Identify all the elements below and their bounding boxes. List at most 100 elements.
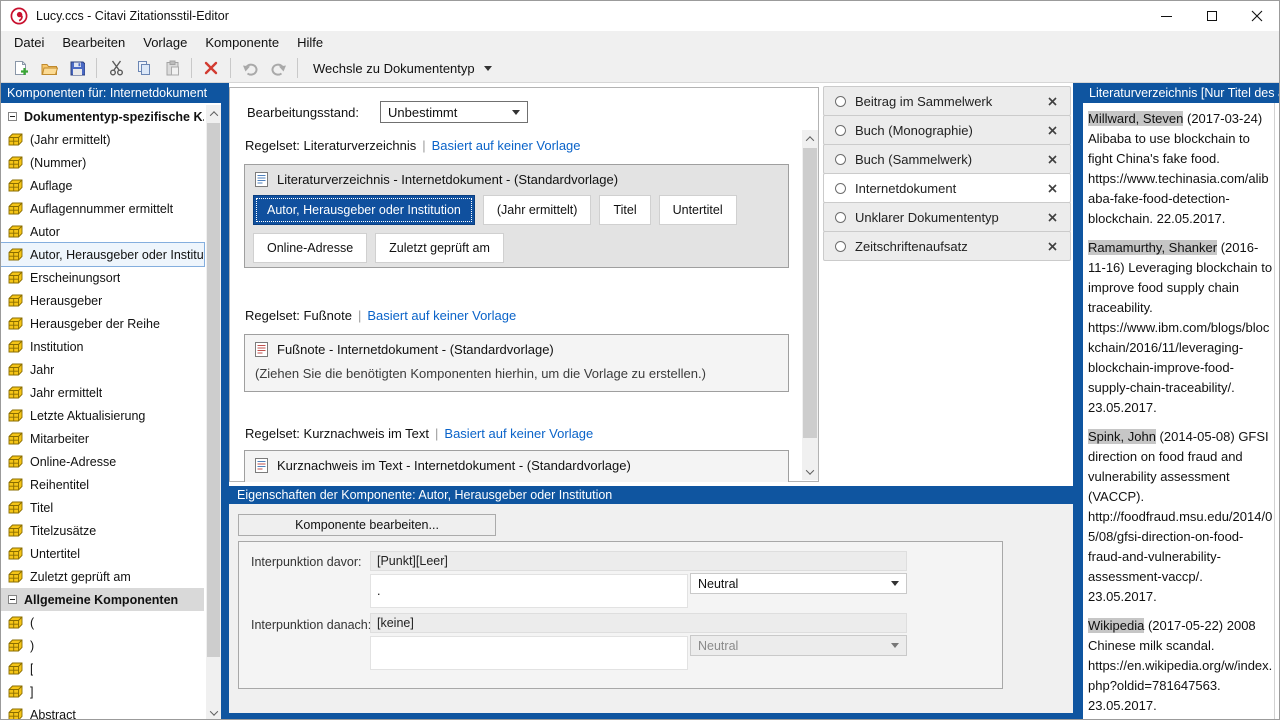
delete-button[interactable] [197, 56, 225, 80]
document-type-tab[interactable]: Unklarer Dokumententyp [823, 202, 1071, 232]
component-item[interactable]: Autor, Herausgeber oder Instituti... [1, 243, 204, 266]
punctuation-after-style-dropdown[interactable]: Neutral [690, 635, 907, 656]
minimize-button[interactable] [1144, 1, 1189, 31]
component-item[interactable]: Titel [1, 496, 204, 519]
save-button[interactable] [63, 56, 91, 80]
scrollbar-thumb[interactable] [803, 148, 817, 438]
cut-button[interactable] [102, 56, 130, 80]
component-label: Autor [30, 225, 60, 239]
maximize-button[interactable] [1189, 1, 1234, 31]
component-properties-panel: Eigenschaften der Komponente: Autor, Her… [229, 486, 1073, 713]
scroll-down-icon[interactable] [206, 704, 221, 720]
open-button[interactable] [35, 56, 63, 80]
component-item[interactable]: Herausgeber [1, 289, 204, 312]
component-item[interactable]: [ [1, 657, 204, 680]
component-brick-icon [8, 455, 23, 468]
scroll-down-icon[interactable] [802, 463, 818, 480]
component-chip[interactable]: Online-Adresse [253, 233, 367, 263]
new-style-button[interactable] [7, 56, 35, 80]
component-label: ) [30, 639, 34, 653]
radio-icon [835, 241, 846, 252]
component-item[interactable]: Online-Adresse [1, 450, 204, 473]
component-item[interactable]: Zuletzt geprüft am [1, 565, 204, 588]
collapse-icon[interactable] [8, 595, 17, 604]
redo-button[interactable] [264, 56, 292, 80]
component-item[interactable]: Auflage [1, 174, 204, 197]
bibliography-preview-panel: Literaturverzeichnis [Nur Titel des ak M… [1083, 83, 1280, 720]
editing-status-dropdown[interactable]: Unbestimmt [380, 101, 528, 123]
component-brick-icon [8, 570, 23, 583]
component-item[interactable]: Abstract [1, 703, 204, 720]
menu-item[interactable]: Datei [5, 32, 53, 53]
component-item[interactable]: Mitarbeiter [1, 427, 204, 450]
component-brick-icon [8, 662, 23, 675]
component-chip[interactable]: Untertitel [659, 195, 737, 225]
scroll-up-icon[interactable] [206, 105, 221, 122]
component-item[interactable]: Autor [1, 220, 204, 243]
sidebar-scrollbar[interactable] [206, 105, 221, 720]
component-brick-icon [8, 340, 23, 353]
component-item[interactable]: Allgemeine Komponenten [1, 588, 204, 611]
scroll-up-icon[interactable] [802, 130, 818, 147]
document-type-label: Beitrag im Sammelwerk [855, 94, 992, 109]
switch-document-type-button[interactable]: Wechsle zu Dokumententyp [303, 57, 502, 80]
document-type-tab[interactable]: Zeitschriftenaufsatz [823, 231, 1071, 261]
menu-item[interactable]: Bearbeiten [53, 32, 134, 53]
menu-item[interactable]: Komponente [196, 32, 288, 53]
document-type-tab[interactable]: Buch (Monographie) [823, 115, 1071, 145]
component-chip[interactable]: Autor, Herausgeber oder Institution [253, 195, 475, 225]
document-type-tab[interactable]: Beitrag im Sammelwerk [823, 86, 1071, 116]
paste-button[interactable] [158, 56, 186, 80]
component-item[interactable]: Institution [1, 335, 204, 358]
component-brick-icon [8, 202, 23, 215]
copy-button[interactable] [130, 56, 158, 80]
document-type-label: Buch (Sammelwerk) [855, 152, 972, 167]
menu-item[interactable]: Vorlage [134, 32, 196, 53]
remove-document-type-button[interactable] [1044, 151, 1060, 167]
component-chip[interactable]: Titel [599, 195, 650, 225]
component-brick-icon [8, 708, 23, 720]
component-item[interactable]: Untertitel [1, 542, 204, 565]
remove-document-type-button[interactable] [1044, 122, 1060, 138]
component-item[interactable]: Dokumententyp-spezifische K... [1, 105, 204, 128]
remove-document-type-button[interactable] [1044, 238, 1060, 254]
component-item[interactable]: (Jahr ermittelt) [1, 128, 204, 151]
component-item[interactable]: Reihentitel [1, 473, 204, 496]
punctuation-before-input[interactable] [370, 574, 688, 608]
punctuation-after-input[interactable] [370, 636, 688, 670]
editor-scrollbar[interactable] [802, 130, 818, 480]
close-icon [1048, 213, 1057, 222]
punctuation-before-style-dropdown[interactable]: Neutral [690, 573, 907, 594]
component-chip[interactable]: Zuletzt geprüft am [375, 233, 504, 263]
component-item[interactable]: Jahr ermittelt [1, 381, 204, 404]
component-item[interactable]: Herausgeber der Reihe [1, 312, 204, 335]
citavi-logo-icon [10, 7, 28, 25]
close-icon [1048, 126, 1057, 135]
collapse-icon[interactable] [8, 112, 17, 121]
remove-document-type-button[interactable] [1044, 180, 1060, 196]
component-item[interactable]: Auflagennummer ermittelt [1, 197, 204, 220]
remove-document-type-button[interactable] [1044, 93, 1060, 109]
based-on-no-template-link[interactable]: Basiert auf keiner Vorlage [367, 308, 516, 323]
component-item[interactable]: (Nummer) [1, 151, 204, 174]
remove-document-type-button[interactable] [1044, 209, 1060, 225]
component-item[interactable]: Letzte Aktualisierung [1, 404, 204, 427]
component-item[interactable]: ( [1, 611, 204, 634]
entry-author: Ramamurthy, Shanker [1088, 240, 1217, 255]
undo-button[interactable] [236, 56, 264, 80]
edit-component-button[interactable]: Komponente bearbeiten... [238, 514, 496, 536]
component-item[interactable]: ] [1, 680, 204, 703]
based-on-no-template-link[interactable]: Basiert auf keiner Vorlage [432, 138, 581, 153]
document-type-tab[interactable]: Internetdokument [823, 173, 1071, 203]
scrollbar-thumb[interactable] [207, 123, 220, 657]
component-item[interactable]: ) [1, 634, 204, 657]
citavi-style-editor-window: Lucy.ccs - Citavi Zitationsstil-Editor D… [0, 0, 1280, 720]
component-chip[interactable]: (Jahr ermittelt) [483, 195, 592, 225]
document-type-tab[interactable]: Buch (Sammelwerk) [823, 144, 1071, 174]
based-on-no-template-link[interactable]: Basiert auf keiner Vorlage [444, 426, 593, 441]
close-button[interactable] [1234, 1, 1279, 31]
component-item[interactable]: Titelzusätze [1, 519, 204, 542]
component-item[interactable]: Jahr [1, 358, 204, 381]
menu-item[interactable]: Hilfe [288, 32, 332, 53]
component-item[interactable]: Erscheinungsort [1, 266, 204, 289]
